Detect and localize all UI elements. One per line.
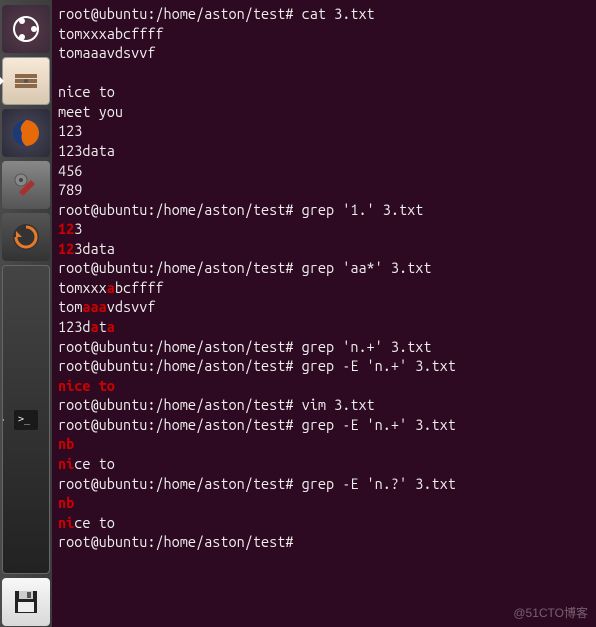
grep-match: nb xyxy=(58,494,74,511)
terminal-line: nb xyxy=(58,434,590,454)
terminal-line: nb xyxy=(58,493,590,513)
output-text: 789 xyxy=(58,181,82,198)
ubuntu-icon xyxy=(12,15,40,43)
grep-match: ni xyxy=(58,514,74,531)
terminal-line: 123data xyxy=(58,317,590,337)
terminal-line: root@ubuntu:/home/aston/test# grep '1.' … xyxy=(58,200,590,220)
terminal-line: root@ubuntu:/home/aston/test# grep -E 'n… xyxy=(58,474,590,494)
terminal-line: root@ubuntu:/home/aston/test# grep 'n.+'… xyxy=(58,337,590,357)
terminal-line: root@ubuntu:/home/aston/test# grep 'aa*'… xyxy=(58,258,590,278)
grep-match: a xyxy=(107,279,115,296)
terminal-line: root@ubuntu:/home/aston/test# grep -E 'n… xyxy=(58,415,590,435)
launcher-terminal[interactable]: >_ xyxy=(2,265,50,574)
terminal-line: 123 xyxy=(58,219,590,239)
terminal-line: 789 xyxy=(58,180,590,200)
terminal-line: 456 xyxy=(58,161,590,181)
output-text: nice to xyxy=(58,83,115,100)
output-text: tom xyxy=(58,298,82,315)
grep-match: ni xyxy=(58,455,74,472)
output-text: tomaaavdsvvf xyxy=(58,44,155,61)
grep-match: 12 xyxy=(58,240,74,257)
output-text: tomxxxabcffff xyxy=(58,25,164,42)
grep-match: nb xyxy=(58,435,74,452)
terminal-line: root@ubuntu:/home/aston/test# cat 3.txt xyxy=(58,4,590,24)
grep-match: a xyxy=(90,318,98,335)
floppy-icon xyxy=(12,588,40,616)
watermark: @51CTO博客 xyxy=(513,604,588,621)
terminal-line: nice to xyxy=(58,513,590,533)
launcher-firefox[interactable] xyxy=(2,109,50,157)
updater-icon xyxy=(11,222,41,252)
output-text: 123 xyxy=(58,122,82,139)
grep-match: nice to xyxy=(58,377,115,394)
terminal-line: nice to xyxy=(58,82,590,102)
terminal-line: root@ubuntu:/home/aston/test# grep -E 'n… xyxy=(58,356,590,376)
output-text: ce to xyxy=(74,455,115,472)
output-text: vdsvvf xyxy=(107,298,156,315)
terminal-line: 123data xyxy=(58,239,590,259)
terminal-icon: >_ xyxy=(11,405,41,435)
files-icon xyxy=(11,66,41,96)
svg-text:>_: >_ xyxy=(18,414,31,425)
launcher-save[interactable] xyxy=(2,578,50,626)
output-text: meet you xyxy=(58,103,123,120)
output-text: 123data xyxy=(58,142,115,159)
output-text: 123d xyxy=(58,318,90,335)
output-text: 3 xyxy=(74,220,82,237)
output-text: 3data xyxy=(74,240,115,257)
terminal-line xyxy=(58,63,590,83)
terminal-line: 123 xyxy=(58,121,590,141)
settings-icon xyxy=(11,170,41,200)
terminal-output[interactable]: root@ubuntu:/home/aston/test# cat 3.txtt… xyxy=(52,0,596,627)
terminal-line: tomaaavdsvvf xyxy=(58,43,590,63)
grep-match: aaa xyxy=(82,298,106,315)
terminal-line: tomxxxabcffff xyxy=(58,24,590,44)
launcher: >_ xyxy=(0,0,52,627)
output-text: 456 xyxy=(58,162,82,179)
launcher-settings[interactable] xyxy=(2,161,50,209)
terminal-line: root@ubuntu:/home/aston/test# vim 3.txt xyxy=(58,395,590,415)
terminal-line: nice to xyxy=(58,454,590,474)
launcher-ubuntu-dash[interactable] xyxy=(2,5,50,53)
launcher-software-updater[interactable] xyxy=(2,213,50,261)
output-text: tomxxx xyxy=(58,279,107,296)
grep-match: 12 xyxy=(58,220,74,237)
terminal-line: nice to xyxy=(58,376,590,396)
output-text: bcffff xyxy=(115,279,164,296)
output-text: t xyxy=(99,318,107,335)
terminal-line: meet you xyxy=(58,102,590,122)
terminal-line: root@ubuntu:/home/aston/test# xyxy=(58,532,590,552)
grep-match: a xyxy=(107,318,115,335)
launcher-files[interactable] xyxy=(2,57,50,105)
terminal-line: tomaaavdsvvf xyxy=(58,297,590,317)
terminal-line: tomxxxabcffff xyxy=(58,278,590,298)
terminal-line: 123data xyxy=(58,141,590,161)
output-text: ce to xyxy=(74,514,115,531)
firefox-icon xyxy=(10,117,42,149)
